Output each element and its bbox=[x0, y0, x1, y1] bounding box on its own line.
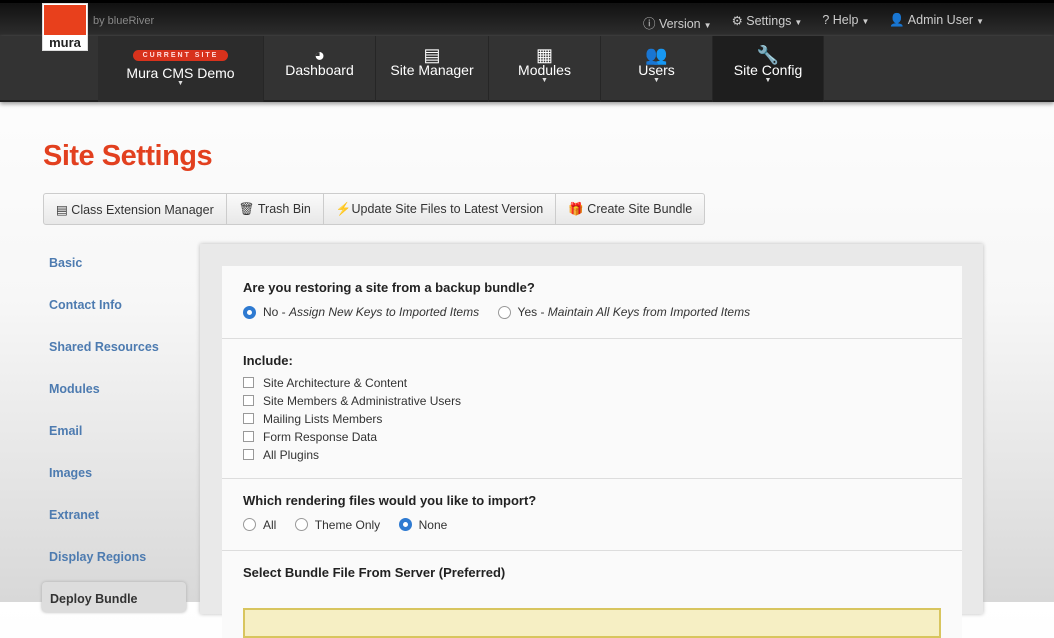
settings-sidebar: Basic Contact Info Shared Resources Modu… bbox=[49, 256, 159, 592]
include-site-architecture-checkbox[interactable]: Site Architecture & Content bbox=[243, 374, 941, 392]
wrench-icon: 🔧 bbox=[713, 36, 823, 62]
nav-site-config[interactable]: 🔧Site Config▼ bbox=[713, 36, 824, 102]
site-manager-icon: ▤ bbox=[376, 36, 488, 62]
page-title: Site Settings bbox=[43, 140, 212, 173]
dashboard-icon: ◕ bbox=[264, 36, 375, 62]
sidebar-item-contact-info[interactable]: Contact Info bbox=[49, 298, 159, 340]
trash-bin-button[interactable]: 🗑 Trash Bin bbox=[227, 194, 324, 224]
restore-question: Are you restoring a site from a backup b… bbox=[243, 280, 941, 295]
info-icon: ⓘ bbox=[643, 17, 659, 31]
current-site-selector[interactable]: CURRENT SITE Mura CMS Demo▼ bbox=[98, 36, 264, 102]
class-extension-manager-button[interactable]: ▤ Class Extension Manager bbox=[44, 194, 227, 224]
include-label: Include: bbox=[243, 353, 941, 368]
restore-yes-radio[interactable]: Yes - Maintain All Keys from Imported It… bbox=[498, 305, 751, 319]
chevron-down-icon: ▼ bbox=[489, 78, 600, 84]
utility-menu: ⓘ Version▼ ⚙ Settings▼ ? Help▼ 👤 Admin U… bbox=[643, 13, 984, 32]
nav-modules[interactable]: ▦Modules▼ bbox=[489, 36, 601, 102]
server-bundle-select[interactable] bbox=[243, 608, 941, 638]
gears-icon: ⚙ bbox=[732, 14, 747, 28]
help-menu[interactable]: ? Help▼ bbox=[822, 13, 869, 32]
render-none-radio[interactable]: None bbox=[399, 518, 448, 532]
top-bar: by blueRiver ⓘ Version▼ ⚙ Settings▼ ? He… bbox=[0, 0, 1054, 36]
include-form-response-checkbox[interactable]: Form Response Data bbox=[243, 428, 941, 446]
chevron-down-icon: ▼ bbox=[601, 78, 712, 84]
nav-dashboard[interactable]: ◕Dashboard bbox=[264, 36, 376, 102]
modules-icon: ▦ bbox=[489, 36, 600, 62]
trash-icon: 🗑 bbox=[239, 202, 258, 216]
update-site-files-button[interactable]: ⚡Update Site Files to Latest Version bbox=[324, 194, 556, 224]
include-all-plugins-checkbox[interactable]: All Plugins bbox=[243, 446, 941, 464]
version-menu[interactable]: ⓘ Version▼ bbox=[643, 13, 712, 32]
nav-site-manager[interactable]: ▤Site Manager bbox=[376, 36, 489, 102]
mura-logo[interactable]: mura bbox=[42, 3, 88, 51]
chevron-down-icon: ▼ bbox=[713, 78, 823, 84]
vendor-label: by blueRiver bbox=[93, 15, 154, 27]
user-menu[interactable]: 👤 Admin User▼ bbox=[889, 13, 984, 32]
sidebar-item-modules[interactable]: Modules bbox=[49, 382, 159, 424]
sidebar-item-email[interactable]: Email bbox=[49, 424, 159, 466]
nav-users[interactable]: 👥Users▼ bbox=[601, 36, 713, 102]
toolbar: ▤ Class Extension Manager 🗑 Trash Bin ⚡U… bbox=[43, 193, 705, 225]
sidebar-item-extranet[interactable]: Extranet bbox=[49, 508, 159, 550]
bolt-icon: ⚡ bbox=[336, 202, 352, 216]
users-icon: 👥 bbox=[601, 36, 712, 62]
rendering-question: Which rendering files would you like to … bbox=[243, 493, 941, 508]
sidebar-item-deploy-bundle[interactable]: Deploy Bundle bbox=[42, 582, 186, 612]
render-theme-only-radio[interactable]: Theme Only bbox=[295, 518, 380, 532]
server-bundle-label: Select Bundle File From Server (Preferre… bbox=[243, 565, 941, 580]
render-all-radio[interactable]: All bbox=[243, 518, 276, 532]
settings-menu[interactable]: ⚙ Settings▼ bbox=[732, 13, 803, 32]
user-icon: 👤 bbox=[889, 13, 907, 27]
create-site-bundle-button[interactable]: 🎁 Create Site Bundle bbox=[556, 194, 704, 224]
sidebar-item-images[interactable]: Images bbox=[49, 466, 159, 508]
sidebar-item-basic[interactable]: Basic bbox=[49, 256, 159, 298]
include-site-members-checkbox[interactable]: Site Members & Administrative Users bbox=[243, 392, 941, 410]
restore-no-radio[interactable]: No - Assign New Keys to Imported Items bbox=[243, 305, 479, 319]
question-icon: ? bbox=[822, 13, 832, 27]
main-nav: CURRENT SITE Mura CMS Demo▼ ◕Dashboard ▤… bbox=[0, 36, 1054, 102]
sidebar-item-shared-resources[interactable]: Shared Resources bbox=[49, 340, 159, 382]
current-site-badge: CURRENT SITE bbox=[133, 50, 229, 61]
deploy-bundle-panel: Are you restoring a site from a backup b… bbox=[200, 244, 983, 614]
list-icon: ▤ bbox=[56, 203, 71, 217]
gift-icon: 🎁 bbox=[568, 202, 587, 216]
chevron-down-icon: ▼ bbox=[98, 81, 263, 87]
include-mailing-lists-checkbox[interactable]: Mailing Lists Members bbox=[243, 410, 941, 428]
